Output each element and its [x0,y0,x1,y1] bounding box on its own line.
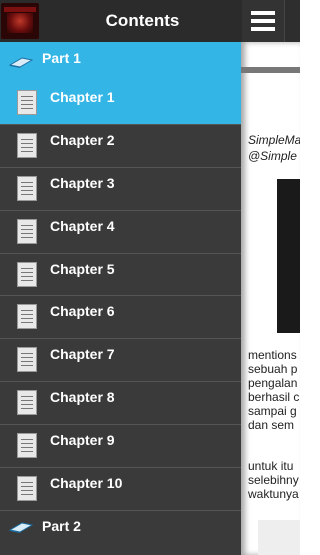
drawer-chapter-1[interactable]: Chapter 1 [0,82,241,124]
chapter-label: Chapter 6 [50,303,115,319]
paragraph-line: selebihny [248,473,299,487]
paragraph-line: mentions [248,348,297,362]
paragraph-line: sampai g [248,404,297,418]
document-icon [17,476,37,501]
article-content: SimpleMa @Simple mentions sebuah p penga… [241,42,300,555]
book-icon [8,57,34,68]
article-paragraph: untuk itu selebihny waktunya [248,459,299,501]
drawer-chapter-6[interactable]: Chapter 6 [0,295,241,337]
book-icon [8,522,34,533]
paragraph-line: untuk itu [248,459,294,473]
document-icon [17,304,37,329]
action-bar-edge [284,0,300,42]
drawer-chapter-2[interactable]: Chapter 2 [0,124,241,166]
document-icon [17,219,37,244]
article-paragraph: mentions sebuah p pengalan berhasil c sa… [248,348,299,432]
document-icon [17,347,37,372]
document-icon [17,262,37,287]
part-label: Part 2 [42,518,81,534]
chapter-label: Chapter 7 [50,346,115,362]
chapter-label: Chapter 9 [50,432,115,448]
drawer-chapter-10[interactable]: Chapter 10 [0,467,241,509]
hamburger-menu-icon [251,11,275,15]
document-icon [17,390,37,415]
chapter-label: Chapter 8 [50,389,115,405]
drawer-part-2[interactable]: Part 2 [0,510,241,555]
drawer-chapter-5[interactable]: Chapter 5 [0,253,241,295]
drawer-chapter-8[interactable]: Chapter 8 [0,381,241,423]
drawer-chapter-9[interactable]: Chapter 9 [0,424,241,466]
document-icon [17,133,37,158]
page-title: Contents [105,11,180,30]
drawer-part-1[interactable]: Part 1 [0,42,241,82]
content-header-band [241,67,300,73]
top-app-bar: Contents [0,0,300,42]
document-icon [17,433,37,458]
article-image [277,179,300,333]
article-byline: SimpleMa @Simple [248,132,300,164]
content-footer-box [258,520,300,555]
paragraph-line: berhasil c [248,390,300,404]
document-icon [17,90,37,115]
chapter-label: Chapter 3 [50,175,115,191]
byline-line: SimpleMa [248,133,300,147]
paragraph-line: pengalan [248,376,298,390]
paragraph-line: sebuah p [248,362,298,376]
chapter-label: Chapter 2 [50,132,115,148]
part-label: Part 1 [42,50,81,66]
chapter-label: Chapter 5 [50,261,115,277]
paragraph-line: waktunya [248,487,299,501]
app-logo-icon[interactable] [1,3,39,39]
chapter-label: Chapter 1 [50,89,115,105]
navigation-drawer: Part 1 Chapter 1 Chapter 2 Chapter 3 Cha… [0,42,241,555]
byline-line: @Simple [248,149,297,163]
paragraph-line: dan sem [248,418,295,432]
chapter-label: Chapter 10 [50,475,123,491]
menu-button[interactable] [242,0,284,42]
document-icon [17,176,37,201]
drawer-chapter-4[interactable]: Chapter 4 [0,210,241,252]
drawer-chapter-7[interactable]: Chapter 7 [0,338,241,380]
drawer-chapter-3[interactable]: Chapter 3 [0,167,241,209]
chapter-label: Chapter 4 [50,218,115,234]
